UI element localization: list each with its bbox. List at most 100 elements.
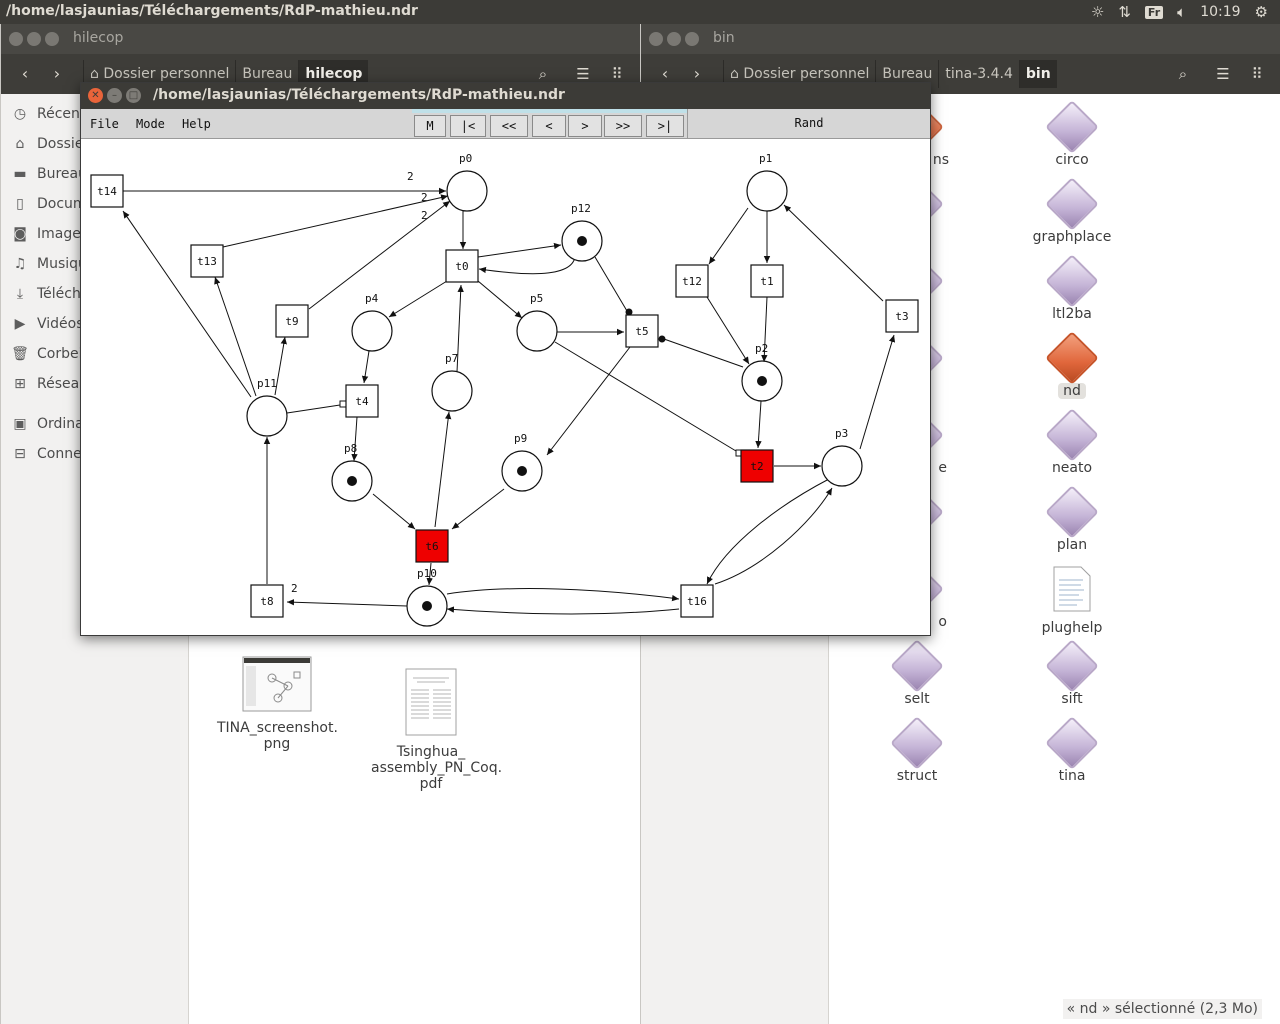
computer-icon: ▣ [13, 416, 27, 432]
maximize-icon[interactable] [685, 32, 699, 46]
place-p9[interactable]: p9 [501, 432, 543, 492]
minimize-icon[interactable] [27, 32, 41, 46]
fast-back-button[interactable]: << [490, 115, 528, 137]
place-p1[interactable]: p1 [746, 152, 788, 212]
sidebar-item-network[interactable]: ⊞ Réseau [11, 372, 88, 396]
crumb-tina[interactable]: tina-3.4.4 [938, 60, 1019, 88]
file-tina[interactable]: tina [1012, 716, 1132, 784]
home-icon: ⌂ [15, 136, 25, 152]
search-icon[interactable]: ⌕ [1169, 60, 1197, 88]
file-selt[interactable]: selt [857, 639, 977, 707]
place-p12[interactable]: p12 [561, 202, 603, 262]
crumb-bin[interactable]: bin [1018, 60, 1057, 88]
transition-t8[interactable]: t8 [250, 584, 284, 618]
place-p8[interactable]: p8 [331, 442, 373, 502]
step-forward-button[interactable]: > [568, 115, 602, 137]
token [577, 236, 587, 246]
place-p5[interactable]: p5 [516, 292, 558, 352]
maximize-icon[interactable]: □ [126, 88, 141, 103]
file-circo[interactable]: circo [1012, 100, 1132, 168]
place-circle[interactable] [516, 310, 558, 352]
close-icon[interactable] [649, 32, 663, 46]
file-tina-screenshot[interactable]: TINA_screenshot. png [217, 656, 338, 752]
mode-button[interactable]: M [414, 115, 446, 137]
place-circle[interactable] [821, 445, 863, 487]
step-back-button[interactable]: < [532, 115, 566, 137]
minimize-icon[interactable]: – [107, 88, 122, 103]
place-circle[interactable] [446, 170, 488, 212]
place-circle[interactable] [246, 395, 288, 437]
place-circle[interactable] [431, 370, 473, 412]
link-executable-icon [1045, 408, 1099, 462]
transition-t9[interactable]: t9 [275, 304, 309, 338]
transition-t1[interactable]: t1 [750, 264, 784, 298]
place-circle[interactable] [351, 310, 393, 352]
transition-t14[interactable]: t14 [90, 174, 124, 208]
transition-t12[interactable]: t12 [675, 264, 709, 298]
place-p7[interactable]: p7 [431, 352, 473, 412]
forward-end-button[interactable]: >| [646, 115, 684, 137]
link-executable-icon [1045, 100, 1099, 154]
back-arrow-icon[interactable]: ‹ [11, 60, 39, 88]
place-label: p10 [417, 567, 437, 580]
file-neato[interactable]: neato [1012, 408, 1132, 476]
sidebar-item-desktop[interactable]: ▬ Bureau [11, 162, 87, 186]
transition-t2[interactable]: t2 [740, 449, 774, 483]
file-tsinghua-pdf[interactable]: Tsinghua_ assembly_PN_Coq. pdf [371, 668, 502, 792]
minimize-icon[interactable] [667, 32, 681, 46]
place-p2[interactable]: p2 [741, 342, 783, 402]
file-sift[interactable]: sift [1012, 639, 1132, 707]
keyboard-layout-indicator[interactable]: Fr [1144, 5, 1164, 19]
video-icon: ▶ [14, 316, 26, 332]
settings-gear-icon[interactable]: ⚙ [1255, 3, 1268, 21]
close-icon[interactable] [9, 32, 23, 46]
transition-t5[interactable]: t5 [625, 314, 659, 348]
volume-icon[interactable]: 🔈︎ [1177, 3, 1186, 21]
forward-arrow-icon[interactable]: › [43, 60, 71, 88]
file-plan[interactable]: plan [1012, 485, 1132, 553]
place-p10[interactable]: p10 [406, 567, 448, 627]
transition-t16[interactable]: t16 [680, 584, 714, 618]
transition-t6[interactable]: t6 [415, 529, 449, 563]
menu-file[interactable]: File [90, 117, 119, 131]
net-nodes[interactable]: p0 p1 p2 p3 p4 p5 p7 p8 p9 p10 p11 p12 t0 t1 t2 t3 t4 t5 t… [90, 152, 919, 627]
file-nd[interactable]: nd [1012, 331, 1132, 399]
clock[interactable]: 10:19 [1200, 4, 1240, 20]
network-transfer-icon[interactable]: ⇅ [1118, 3, 1131, 21]
file-ltl2ba[interactable]: ltl2ba [1012, 254, 1132, 322]
executable-icon [890, 716, 944, 770]
sidebar-item-videos[interactable]: ▶ Vidéos [11, 312, 84, 336]
file-graphplace[interactable]: graphplace [1012, 177, 1132, 245]
fast-forward-button[interactable]: >> [604, 115, 642, 137]
place-p0[interactable]: p0 [446, 152, 488, 212]
rewind-start-button[interactable]: |< [450, 115, 486, 137]
place-p3[interactable]: p3 [821, 427, 863, 487]
transition-t13[interactable]: t13 [190, 244, 224, 278]
menu-help[interactable]: Help [182, 117, 211, 131]
token [422, 601, 432, 611]
place-circle[interactable] [746, 170, 788, 212]
file-plughelp[interactable]: plughelp [1012, 566, 1132, 636]
maximize-icon[interactable] [45, 32, 59, 46]
window-title: bin [713, 30, 735, 46]
place-label: p12 [571, 202, 591, 215]
transition-t0[interactable]: t0 [445, 249, 479, 283]
grid-view-icon[interactable]: ⠿ [1243, 60, 1271, 88]
brightness-icon[interactable]: ☼ [1091, 3, 1104, 21]
transition-t3[interactable]: t3 [885, 299, 919, 333]
arc-weight: 2 [421, 209, 428, 222]
place-p4[interactable]: p4 [351, 292, 393, 352]
close-icon[interactable]: ✕ [88, 88, 103, 103]
window-titlebar: ✕ – □ /home/lasjaunias/Téléchargements/R… [81, 83, 930, 109]
menu-mode[interactable]: Mode [136, 117, 165, 131]
transition-label: t3 [895, 310, 908, 323]
petri-net-canvas[interactable]: p0 p1 p2 p3 p4 p5 p7 p8 p9 p10 p11 p12 t0 t1 t2 t3 t4 t5 t… [81, 139, 930, 635]
place-label: p8 [344, 442, 357, 455]
file-struct[interactable]: struct [857, 716, 977, 784]
transition-label: t16 [687, 595, 707, 608]
place-label: p1 [759, 152, 772, 165]
transition-t4[interactable]: t4 [345, 384, 379, 418]
list-view-icon[interactable]: ☰ [1209, 60, 1237, 88]
rand-button[interactable]: Rand [687, 109, 930, 139]
sidebar-item-images[interactable]: ◙ Images [11, 222, 88, 246]
